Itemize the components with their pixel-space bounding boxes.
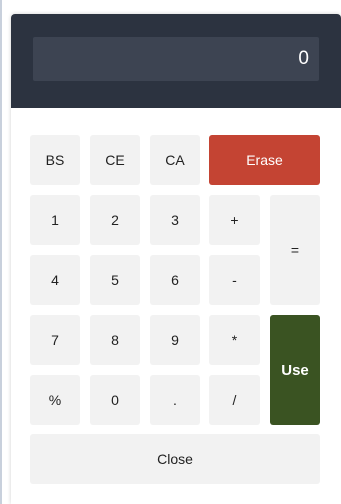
close-button[interactable]: Close: [30, 434, 320, 484]
use-button[interactable]: Use: [270, 315, 320, 425]
equals-button[interactable]: =: [270, 195, 320, 305]
key-1-button[interactable]: 1: [30, 195, 80, 245]
clear-all-button[interactable]: CA: [150, 135, 200, 185]
minus-button[interactable]: -: [209, 255, 260, 305]
calculator-header: 0: [11, 14, 341, 108]
key-2-button[interactable]: 2: [90, 195, 140, 245]
percent-button[interactable]: %: [30, 375, 80, 425]
left-edge-border: [0, 0, 2, 504]
key-9-button[interactable]: 9: [150, 315, 200, 365]
key-6-button[interactable]: 6: [150, 255, 200, 305]
calculator-panel: 0 BS CE CA Erase 1 2 3 + = 4 5 6 - 7 8 9…: [11, 14, 341, 504]
erase-button[interactable]: Erase: [209, 135, 320, 185]
key-8-button[interactable]: 8: [90, 315, 140, 365]
multiply-button[interactable]: *: [209, 315, 260, 365]
key-4-button[interactable]: 4: [30, 255, 80, 305]
key-0-button[interactable]: 0: [90, 375, 140, 425]
key-7-button[interactable]: 7: [30, 315, 80, 365]
plus-button[interactable]: +: [209, 195, 260, 245]
decimal-point-button[interactable]: .: [150, 375, 200, 425]
divide-button[interactable]: /: [209, 375, 260, 425]
backspace-button[interactable]: BS: [30, 135, 80, 185]
display-value: 0: [298, 48, 309, 69]
key-5-button[interactable]: 5: [90, 255, 140, 305]
calculator-display: 0: [33, 37, 319, 81]
key-3-button[interactable]: 3: [150, 195, 200, 245]
clear-entry-button[interactable]: CE: [90, 135, 140, 185]
